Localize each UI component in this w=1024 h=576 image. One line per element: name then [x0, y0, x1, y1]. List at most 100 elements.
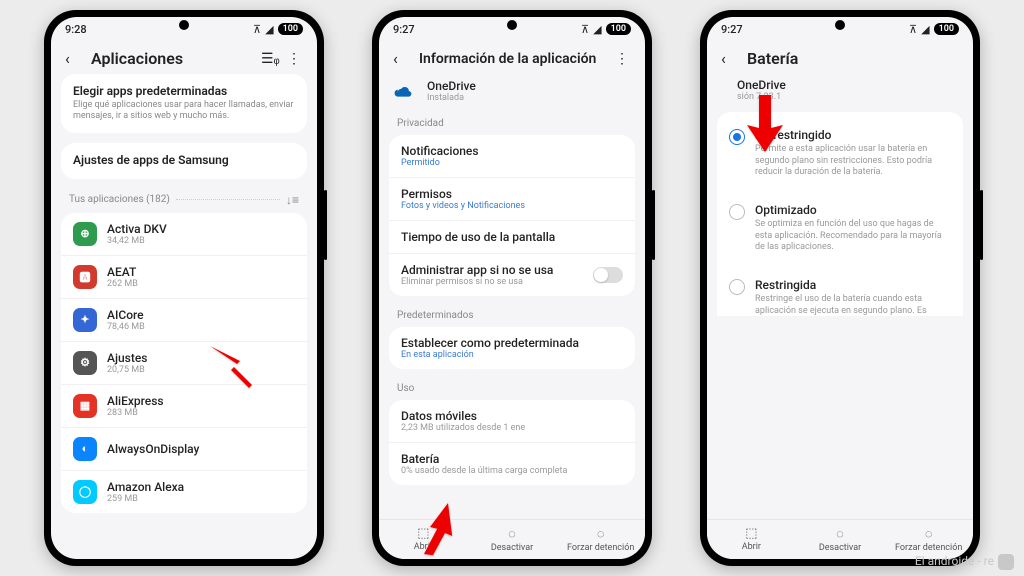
- search-icon[interactable]: ☰ᵩ: [261, 50, 279, 67]
- privacy-card: NotificacionesPermitidoPermisosFotos y v…: [389, 135, 635, 296]
- status-icons: ⊼ ◢ 100: [253, 23, 303, 36]
- signal-icon: ◢: [265, 23, 273, 36]
- app-icon: ✦: [73, 308, 97, 332]
- signal-icon: ◢: [593, 23, 601, 36]
- settings-row[interactable]: NotificacionesPermitido: [389, 135, 635, 178]
- status-time: 9:27: [393, 23, 415, 36]
- force-stop-button[interactable]: ◌Forzar detención: [556, 520, 645, 559]
- open-button[interactable]: ⬚Abrir: [707, 520, 796, 559]
- app-icon: ◯: [73, 480, 97, 504]
- option-desc: Restringe el uso de la batería cuando es…: [755, 294, 951, 315]
- settings-row[interactable]: PermisosFotos y videos y Notificaciones: [389, 178, 635, 221]
- battery-pill: 100: [606, 23, 631, 35]
- app-icon: 🅰: [73, 265, 97, 289]
- app-header: OneDrive Instalada: [379, 74, 645, 114]
- status-icons: ⊼ ◢ 100: [581, 23, 631, 36]
- samsung-apps-card[interactable]: Ajustes de apps de Samsung: [61, 143, 307, 179]
- row-label: Tiempo de uso de la pantalla: [401, 230, 623, 244]
- app-size: 20,75 MB: [107, 365, 147, 375]
- red-arrow-icon: [204, 340, 264, 400]
- app-row[interactable]: ⚙ Ajustes 20,75 MB: [61, 342, 307, 385]
- status-time: 9:28: [65, 23, 87, 36]
- page-title: Batería: [747, 49, 959, 68]
- watermark: El androide - re: [915, 554, 1014, 570]
- more-icon[interactable]: ⋮: [285, 51, 303, 67]
- default-apps-card[interactable]: Elegir apps predeterminadas Elige qué ap…: [61, 74, 307, 133]
- back-icon[interactable]: ‹: [721, 49, 737, 68]
- row-value: 0% usado desde la última carga completa: [401, 466, 623, 476]
- disable-icon: ◌: [468, 526, 557, 542]
- app-size: 259 MB: [107, 494, 184, 504]
- settings-row[interactable]: Establecer como predeterminadaEn esta ap…: [389, 327, 635, 369]
- app-row[interactable]: 🅰 AEAT 262 MB: [61, 256, 307, 299]
- back-icon[interactable]: ‹: [393, 49, 409, 68]
- card-desc: Elige qué aplicaciones usar para hacer l…: [73, 100, 295, 123]
- battery-pill: 100: [934, 23, 959, 35]
- radio-button[interactable]: [729, 279, 745, 295]
- app-row[interactable]: ◯ Amazon Alexa 259 MB: [61, 471, 307, 513]
- apps-section-label: Tus aplicaciones (182) ↓≡: [61, 189, 307, 213]
- settings-row[interactable]: Administrar app si no se usaEliminar per…: [389, 254, 635, 296]
- section-defaults: Predeterminados: [389, 306, 635, 327]
- defaults-card: Establecer como predeterminadaEn esta ap…: [389, 327, 635, 369]
- app-name: AliExpress: [107, 394, 164, 408]
- more-icon[interactable]: ⋮: [613, 51, 631, 67]
- row-value: 2,23 MB utilizados desde 1 ene: [401, 423, 623, 433]
- app-name: AEAT: [107, 265, 138, 279]
- radio-button[interactable]: [729, 204, 745, 220]
- phone-frame-apps: 9:28 ⊼ ◢ 100 ‹ Aplicaciones ☰ᵩ ⋮ Elegir …: [44, 10, 324, 566]
- phone-frame-appinfo: 9:27 ⊼ ◢ 100 ‹ Información de la aplicac…: [372, 10, 652, 566]
- usage-card: Datos móviles2,23 MB utilizados desde 1 …: [389, 400, 635, 485]
- option-title: Optimizado: [755, 203, 951, 217]
- status-icons: ⊼ ◢ 100: [909, 23, 959, 36]
- page-title: Información de la aplicación: [419, 51, 607, 67]
- battery-pill: 100: [278, 23, 303, 35]
- row-label: Datos móviles: [401, 409, 623, 423]
- battery-option[interactable]: Restringida Restringe el uso de la bater…: [717, 266, 963, 315]
- settings-row[interactable]: Tiempo de uso de la pantalla: [389, 221, 635, 254]
- app-icon: ⚙: [73, 351, 97, 375]
- sort-icon[interactable]: ↓≡: [286, 193, 299, 207]
- app-row[interactable]: ✦ AICore 78,46 MB: [61, 299, 307, 342]
- page-title: Aplicaciones: [91, 49, 255, 68]
- disable-button[interactable]: ◌Desactivar: [796, 520, 885, 559]
- row-label: Notificaciones: [401, 144, 623, 158]
- toggle-switch[interactable]: [593, 267, 623, 283]
- section-privacy: Privacidad: [389, 114, 635, 135]
- force-icon: ◌: [884, 526, 973, 542]
- signal-icon: ◢: [921, 23, 929, 36]
- section-usage: Uso: [389, 379, 635, 400]
- red-arrow-icon: [735, 95, 795, 155]
- app-size: 34,42 MB: [107, 236, 167, 246]
- app-size: 262 MB: [107, 279, 138, 289]
- disable-button[interactable]: ◌Desactivar: [468, 520, 557, 559]
- app-name: OneDrive: [427, 79, 476, 93]
- back-icon[interactable]: ‹: [65, 49, 81, 68]
- app-name: AICore: [107, 308, 145, 322]
- onedrive-icon: [391, 78, 417, 104]
- row-value: Fotos y videos y Notificaciones: [401, 201, 623, 211]
- app-sub: Instalada: [427, 93, 476, 103]
- app-name: Amazon Alexa: [107, 480, 184, 494]
- battery-option[interactable]: Optimizado Se optimiza en función del us…: [717, 191, 963, 266]
- app-row[interactable]: ◐ AlwaysOnDisplay: [61, 428, 307, 471]
- app-row[interactable]: ▦ AliExpress 283 MB: [61, 385, 307, 428]
- row-label: Administrar app si no se usa: [401, 263, 593, 277]
- app-size: 78,46 MB: [107, 322, 145, 332]
- app-row[interactable]: ⊕ Activa DKV 34,42 MB: [61, 213, 307, 256]
- app-name: Activa DKV: [107, 222, 167, 236]
- app-icon: ◐: [73, 437, 97, 461]
- app-icon: ⊕: [73, 222, 97, 246]
- app-icon: ▦: [73, 394, 97, 418]
- settings-row[interactable]: Datos móviles2,23 MB utilizados desde 1 …: [389, 400, 635, 443]
- force-icon: ◌: [556, 526, 645, 542]
- screen-header: ‹ Aplicaciones ☰ᵩ ⋮: [51, 41, 317, 74]
- open-icon: ⬚: [707, 526, 796, 541]
- row-label: Establecer como predeterminada: [401, 336, 623, 350]
- app-name: OneDrive: [737, 78, 786, 92]
- settings-row[interactable]: Batería0% usado desde la última carga co…: [389, 443, 635, 485]
- row-label: Batería: [401, 452, 623, 466]
- watermark-logo-icon: [998, 554, 1014, 570]
- wifi-icon: ⊼: [909, 23, 917, 36]
- wifi-icon: ⊼: [253, 23, 261, 36]
